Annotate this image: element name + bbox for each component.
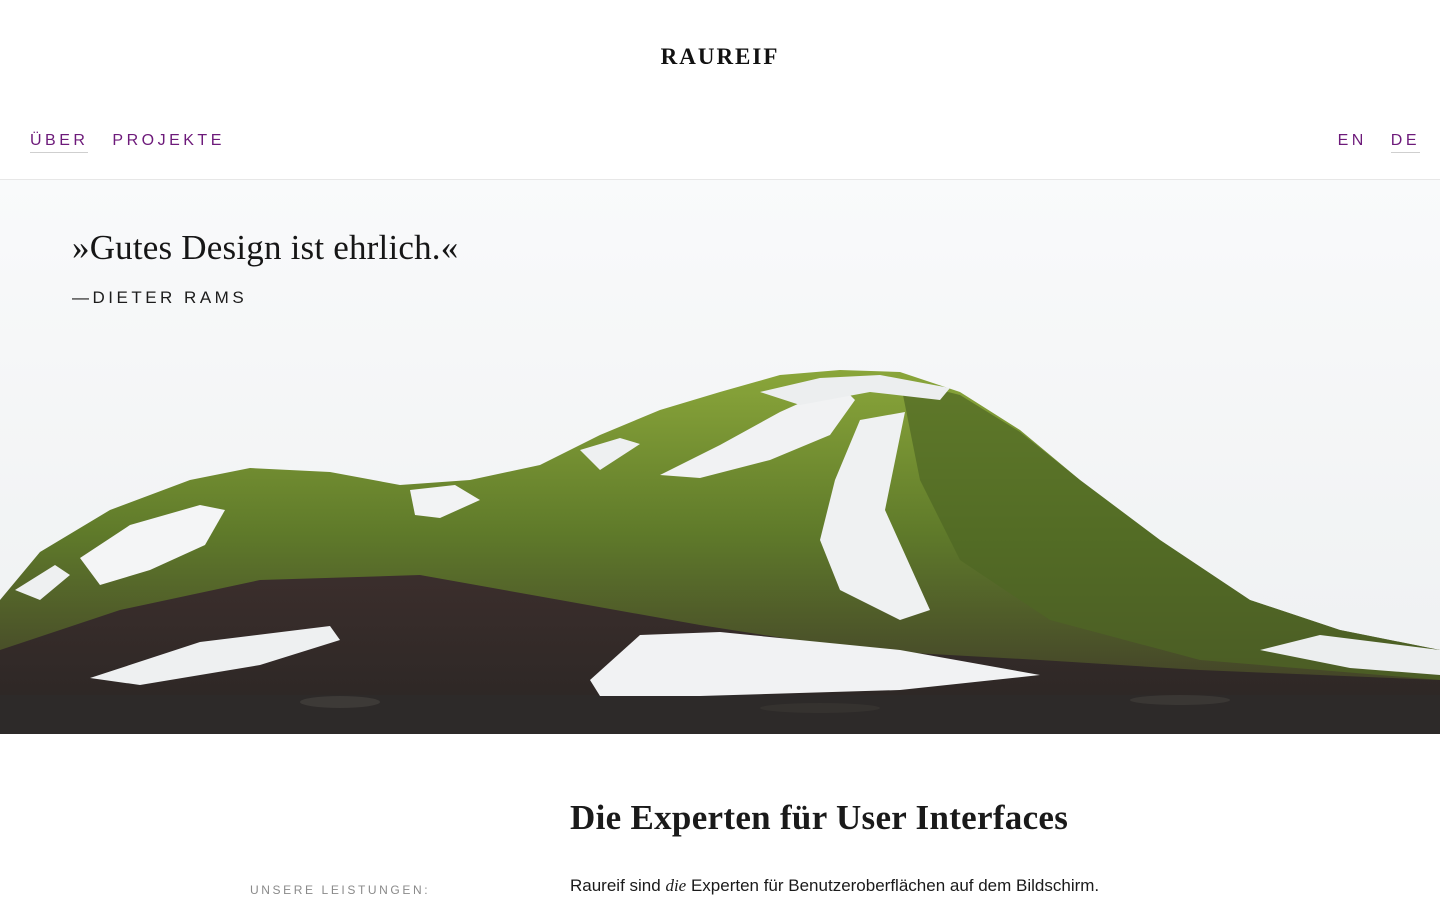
hero-quote: »Gutes Design ist ehrlich.« — [72, 228, 459, 267]
nav-item-projekte[interactable]: PROJEKTE — [112, 132, 224, 152]
language-de-link[interactable]: DE — [1390, 132, 1420, 153]
intro-paragraph: Raureif sind die Experten für Benutzerob… — [570, 876, 1099, 896]
services-label: UNSERE LEISTUNGEN: — [250, 883, 431, 897]
intro-text-before: Raureif sind — [570, 876, 666, 895]
language-switcher: EN DE — [1322, 132, 1420, 153]
hero-image: »Gutes Design ist ehrlich.« —DIETER RAMS — [0, 180, 1440, 734]
section-title: Die Experten für User Interfaces — [570, 798, 1069, 837]
hero-quote-author: —DIETER RAMS — [72, 288, 248, 307]
language-en-link[interactable]: EN — [1338, 132, 1367, 152]
main-nav: ÜBER PROJEKTE — [30, 132, 241, 153]
intro-text-after: Experten für Benutzeroberflächen auf dem… — [686, 876, 1100, 895]
nav-item-ueber[interactable]: ÜBER — [30, 132, 89, 153]
intro-emphasis: die — [665, 876, 687, 895]
site-logo[interactable]: RAUREIF — [0, 44, 1440, 70]
